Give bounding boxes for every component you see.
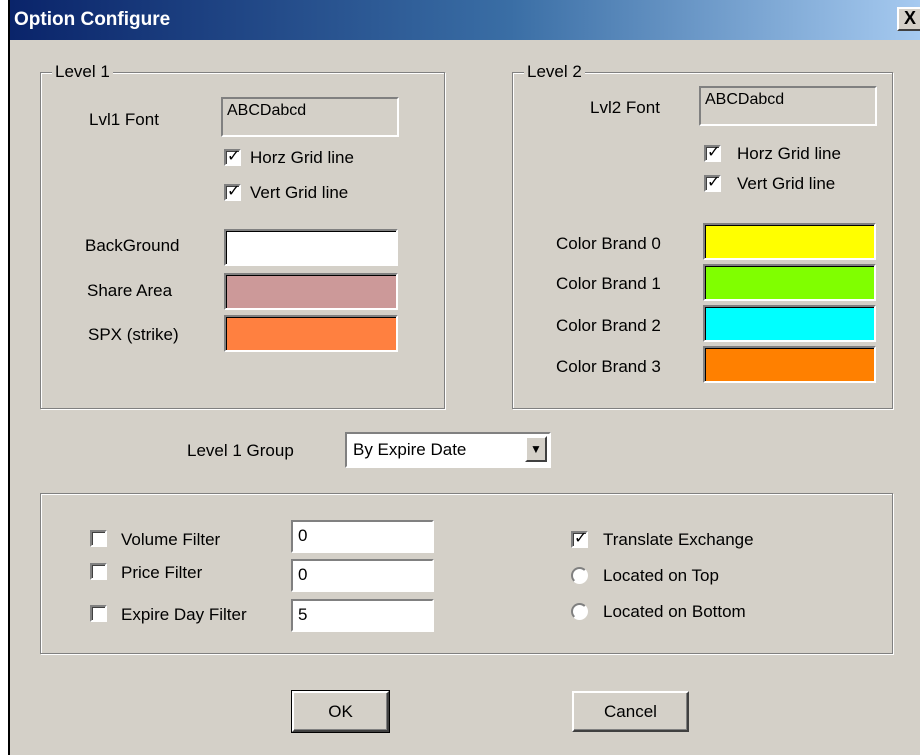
close-button[interactable]: X bbox=[897, 7, 920, 31]
share-area-color-label: Share Area bbox=[87, 281, 173, 300]
color-brand-1-label: Color Brand 1 bbox=[556, 274, 661, 293]
window-left-edge bbox=[0, 0, 10, 755]
color-brand-0-label: Color Brand 0 bbox=[556, 234, 661, 253]
lvl2-horz-grid-label: Horz Grid line bbox=[737, 144, 841, 163]
price-filter-input[interactable]: 0 bbox=[291, 559, 434, 592]
check-icon: ✓ bbox=[707, 174, 721, 191]
price-filter-label: Price Filter bbox=[121, 563, 203, 582]
window-title: Option Configure bbox=[14, 9, 171, 30]
lvl2-vert-grid-checkbox[interactable]: ✓ bbox=[704, 174, 721, 192]
located-on-bottom-radio[interactable] bbox=[571, 603, 588, 620]
translate-exchange-label: Translate Exchange bbox=[603, 530, 754, 549]
expire-day-filter-input[interactable]: 5 bbox=[291, 599, 434, 632]
lvl2-vert-grid-label: Vert Grid line bbox=[737, 174, 836, 193]
dropdown-arrow-icon[interactable]: ▼ bbox=[525, 436, 547, 462]
spx-strike-color-swatch[interactable] bbox=[224, 315, 398, 352]
level1-group-value: By Expire Date bbox=[353, 440, 467, 459]
level1-group-label: Level 1 Group bbox=[187, 441, 294, 460]
lvl1-horz-grid-label: Horz Grid line bbox=[250, 148, 354, 167]
check-icon: ✓ bbox=[227, 148, 241, 165]
color-brand-0-swatch[interactable] bbox=[703, 223, 876, 260]
lvl1-font-sample[interactable]: ABCDabcd bbox=[221, 97, 399, 137]
located-on-top-label: Located on Top bbox=[603, 566, 719, 585]
volume-filter-label: Volume Filter bbox=[121, 530, 221, 549]
check-icon: ✓ bbox=[707, 144, 721, 161]
spx-strike-color-label: SPX (strike) bbox=[88, 325, 179, 344]
lvl1-font-label: Lvl1 Font bbox=[89, 110, 159, 129]
color-brand-1-swatch[interactable] bbox=[703, 264, 876, 301]
lvl2-horz-grid-checkbox[interactable]: ✓ bbox=[704, 144, 721, 162]
price-filter-checkbox[interactable] bbox=[90, 563, 107, 580]
lvl1-horz-grid-checkbox[interactable]: ✓ bbox=[224, 148, 241, 166]
check-icon: ✓ bbox=[227, 183, 241, 200]
ok-button[interactable]: OK bbox=[291, 690, 390, 733]
color-brand-2-label: Color Brand 2 bbox=[556, 316, 661, 335]
lvl1-vert-grid-checkbox[interactable]: ✓ bbox=[224, 183, 241, 201]
located-on-bottom-label: Located on Bottom bbox=[603, 602, 746, 621]
background-color-swatch[interactable] bbox=[224, 229, 398, 266]
level1-legend: Level 1 bbox=[52, 62, 113, 82]
volume-filter-input[interactable]: 0 bbox=[291, 520, 434, 553]
background-color-label: BackGround bbox=[85, 236, 180, 255]
expire-day-filter-checkbox[interactable] bbox=[90, 605, 107, 622]
translate-exchange-checkbox[interactable]: ✓ bbox=[571, 530, 588, 548]
lvl2-font-sample[interactable]: ABCDabcd bbox=[699, 86, 877, 126]
volume-filter-checkbox[interactable] bbox=[90, 530, 107, 547]
level1-group-select[interactable]: By Expire Date ▼ bbox=[345, 432, 551, 468]
cancel-button[interactable]: Cancel bbox=[572, 691, 689, 732]
lvl2-font-label: Lvl2 Font bbox=[590, 98, 660, 117]
lvl1-vert-grid-label: Vert Grid line bbox=[250, 183, 349, 202]
level2-legend: Level 2 bbox=[524, 62, 585, 82]
located-on-top-radio[interactable] bbox=[571, 567, 588, 584]
share-area-color-swatch[interactable] bbox=[224, 273, 398, 310]
color-brand-3-label: Color Brand 3 bbox=[556, 357, 661, 376]
color-brand-2-swatch[interactable] bbox=[703, 305, 876, 342]
title-bar[interactable]: Option Configure X bbox=[10, 0, 920, 40]
check-icon: ✓ bbox=[574, 530, 588, 547]
color-brand-3-swatch[interactable] bbox=[703, 346, 876, 383]
expire-day-filter-label: Expire Day Filter bbox=[121, 605, 247, 624]
